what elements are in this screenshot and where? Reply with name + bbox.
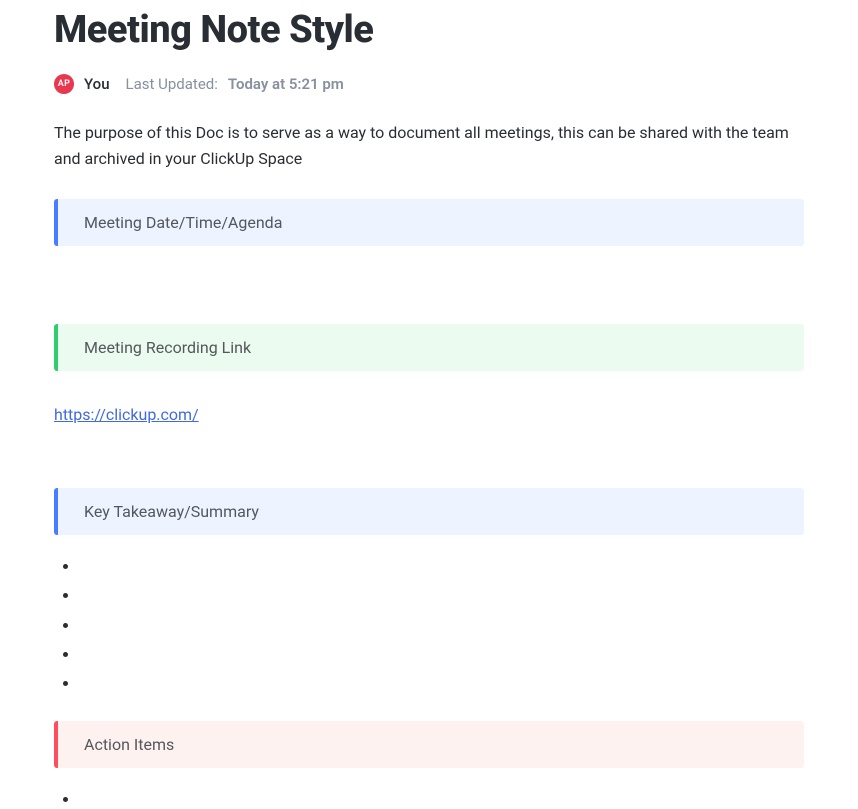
updated-label: Last Updated:: [126, 75, 218, 93]
list-item[interactable]: [80, 645, 804, 664]
author-name[interactable]: You: [84, 75, 110, 93]
action-list[interactable]: [54, 790, 804, 809]
callout-takeaway[interactable]: Key Takeaway/Summary: [54, 488, 804, 535]
recording-link[interactable]: https://clickup.com/: [54, 405, 199, 424]
list-item[interactable]: [80, 790, 804, 809]
updated-value: Today at 5:21 pm: [228, 75, 344, 93]
list-item[interactable]: [80, 616, 804, 635]
meta-row: AP You Last Updated: Today at 5:21 pm: [54, 74, 804, 94]
list-item[interactable]: [80, 586, 804, 605]
list-item[interactable]: [80, 557, 804, 576]
list-item[interactable]: [80, 674, 804, 693]
author-avatar[interactable]: AP: [54, 74, 74, 94]
callout-recording[interactable]: Meeting Recording Link: [54, 324, 804, 371]
page-title[interactable]: Meeting Note Style: [54, 8, 804, 52]
callout-action[interactable]: Action Items: [54, 721, 804, 768]
callout-agenda[interactable]: Meeting Date/Time/Agenda: [54, 199, 804, 246]
intro-paragraph[interactable]: The purpose of this Doc is to serve as a…: [54, 120, 804, 171]
takeaway-list[interactable]: [54, 557, 804, 693]
